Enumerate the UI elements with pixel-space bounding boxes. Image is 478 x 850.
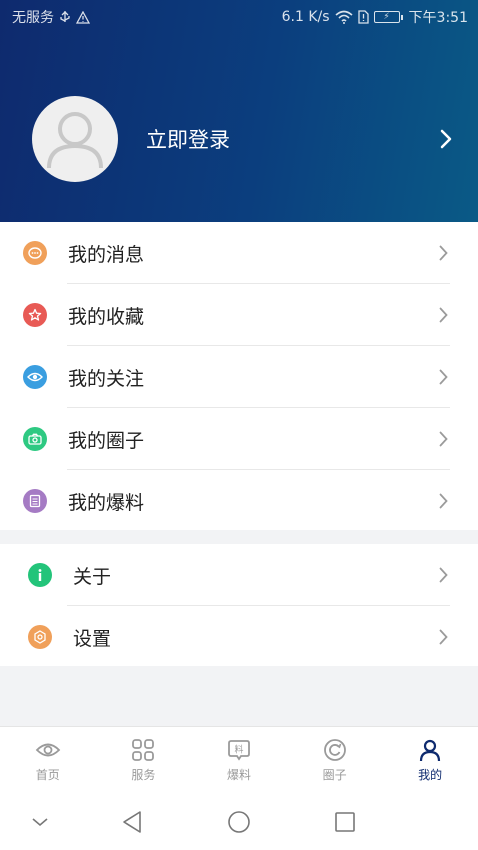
clock-text: 下午3:51	[408, 10, 468, 26]
tab-circles[interactable]: 圈子	[287, 727, 383, 790]
circle-icon	[322, 737, 348, 763]
tab-report[interactable]: 料 爆料	[191, 727, 287, 790]
menu-label: 我的消息	[68, 243, 145, 266]
svg-text:料: 料	[234, 744, 243, 756]
menu-item-messages[interactable]: 我的消息	[0, 222, 478, 284]
tab-label: 爆料	[226, 768, 251, 782]
bottom-tab-bar: 首页 服务 料 爆料 圈子 我的	[0, 726, 478, 790]
chevron-right-icon	[439, 307, 448, 323]
home-icon[interactable]	[227, 810, 251, 834]
menu-item-settings[interactable]: 设置	[0, 606, 478, 668]
status-bar: 无服务 6.1 K/s ⚡ 下午3:51	[0, 0, 478, 34]
warning-icon	[76, 10, 90, 24]
menu-item-following[interactable]: 我的关注	[0, 346, 478, 408]
menu-group-app: 关于 设置	[0, 544, 478, 666]
menu-label: 我的爆料	[68, 491, 145, 514]
back-icon[interactable]	[120, 810, 144, 834]
tab-label: 圈子	[322, 768, 347, 782]
menu-label: 设置	[73, 627, 112, 650]
message-icon	[23, 241, 47, 265]
carrier-text: 无服务	[12, 10, 54, 26]
wifi-icon	[335, 10, 353, 24]
menu-label: 我的圈子	[68, 429, 145, 452]
menu-item-reports[interactable]: 我的爆料	[0, 470, 478, 532]
login-row[interactable]: 立即登录	[0, 96, 478, 182]
chevron-right-icon	[439, 245, 448, 261]
tab-mine[interactable]: 我的	[382, 727, 478, 790]
menu-group-personal: 我的消息 我的收藏 我的关注 我的圈子 我的爆料	[0, 222, 478, 530]
menu-label: 关于	[73, 565, 112, 588]
camera-icon	[23, 427, 47, 451]
grid-icon	[130, 737, 156, 763]
system-nav-bar	[0, 790, 478, 850]
battery-icon: ⚡	[373, 11, 403, 23]
person-icon	[417, 737, 443, 763]
chevron-right-icon	[439, 369, 448, 385]
chevron-down-icon[interactable]	[28, 810, 52, 834]
info-icon	[28, 563, 52, 587]
profile-header: 无服务 6.1 K/s ⚡ 下午3:51 立即登录	[0, 0, 478, 222]
profile-screen: 无服务 6.1 K/s ⚡ 下午3:51 立即登录 我的消息 我的收藏 我的关注…	[0, 0, 478, 850]
report-icon: 料	[226, 737, 252, 763]
default-avatar-icon	[47, 112, 103, 169]
menu-label: 我的收藏	[68, 305, 145, 328]
tab-services[interactable]: 服务	[96, 727, 192, 790]
document-icon	[23, 489, 47, 513]
settings-icon	[28, 625, 52, 649]
sim-alert-icon	[357, 10, 369, 24]
network-speed: 6.1 K/s	[281, 9, 330, 25]
star-icon	[23, 303, 47, 327]
tab-label: 首页	[35, 768, 60, 782]
tab-label: 服务	[131, 768, 156, 782]
menu-item-favorites[interactable]: 我的收藏	[0, 284, 478, 346]
chevron-right-icon	[439, 493, 448, 509]
menu-item-circles[interactable]: 我的圈子	[0, 408, 478, 470]
chevron-right-icon	[439, 567, 448, 583]
tab-label: 我的	[418, 768, 443, 782]
menu-item-about[interactable]: 关于	[0, 544, 478, 606]
eye-icon	[35, 737, 61, 763]
chevron-right-icon	[439, 629, 448, 645]
eye-icon	[23, 365, 47, 389]
login-label[interactable]: 立即登录	[146, 124, 440, 154]
chevron-right-icon	[439, 431, 448, 447]
chevron-right-icon	[440, 129, 452, 149]
recents-icon[interactable]	[333, 810, 357, 834]
tab-home[interactable]: 首页	[0, 727, 96, 790]
avatar[interactable]	[32, 96, 118, 182]
menu-label: 我的关注	[68, 367, 145, 390]
usb-icon	[59, 10, 71, 24]
